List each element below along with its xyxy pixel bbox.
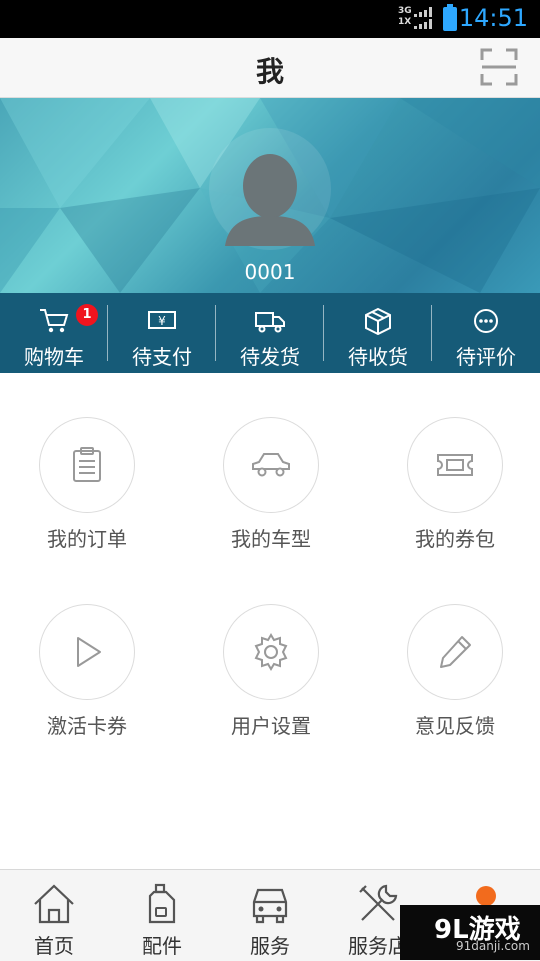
signal-3g-icon (414, 7, 432, 17)
cart-badge: 1 (76, 304, 98, 326)
page-title: 我 (255, 55, 284, 88)
watermark-logo: 9L游戏 91danji.com (400, 905, 540, 960)
play-icon (77, 637, 101, 667)
clock: 14:51 (458, 4, 528, 32)
tab-service-label: 服务 (250, 934, 290, 958)
menu-my-orders-label: 我的订单 (47, 527, 127, 551)
menu-user-settings-label: 用户设置 (231, 714, 311, 738)
network-indicator: 3G 1X (398, 6, 412, 28)
menu-my-car-label: 我的车型 (231, 527, 311, 551)
tab-home-label: 首页 (34, 934, 74, 958)
tab-home[interactable]: 首页 (0, 870, 108, 961)
scan-frame-icon[interactable] (480, 48, 518, 86)
menu-icon-circle (223, 417, 319, 513)
watermark-site: 91danji.com (456, 939, 530, 953)
menu-my-coupons-label: 我的券包 (415, 527, 495, 551)
svg-text:¥: ¥ (158, 314, 166, 328)
tools-icon (359, 884, 398, 921)
order-unreceived[interactable]: 待收货 (324, 293, 432, 373)
order-cart-label: 购物车 (24, 345, 84, 369)
menu-icon-circle (407, 604, 503, 700)
pencil-icon (440, 636, 471, 668)
battery-icon (443, 4, 457, 31)
order-unreceived-label: 待收货 (348, 345, 408, 369)
default-avatar-icon (225, 154, 315, 246)
car-front-icon (252, 888, 288, 924)
gear-icon (254, 633, 288, 671)
menu-icon-circle (39, 417, 135, 513)
chat-icon (474, 309, 498, 333)
clipboard-icon (73, 447, 101, 482)
home-icon (34, 884, 74, 924)
avatar[interactable] (209, 128, 331, 250)
title-bar: 我 (0, 38, 540, 98)
tab-service[interactable]: 服务 (216, 870, 324, 961)
ticket-icon (437, 454, 473, 476)
menu-icon-circle (407, 417, 503, 513)
oil-can-icon (148, 883, 176, 924)
box-icon (365, 307, 391, 335)
order-cart[interactable]: 1 购物车 (0, 293, 108, 373)
order-unreviewed-label: 待评价 (456, 345, 516, 369)
signal-1x-icon (414, 19, 432, 29)
menu-feedback-label: 意见反馈 (415, 714, 495, 738)
menu-icon-circle (39, 604, 135, 700)
order-unreviewed[interactable]: 待评价 (432, 293, 540, 373)
order-unpaid-label: 待支付 (132, 345, 192, 369)
menu-activate-card-label: 激活卡券 (47, 714, 127, 738)
network-3g-label: 3G (398, 6, 412, 16)
order-status-bar: 1 购物车 ¥ 待支付 待发货 待收货 待评价 (0, 293, 540, 373)
truck-icon (255, 312, 285, 333)
order-unshipped[interactable]: 待发货 (216, 293, 324, 373)
tab-parts[interactable]: 配件 (108, 870, 216, 961)
order-unpaid[interactable]: ¥ 待支付 (108, 293, 216, 373)
username: 0001 (244, 260, 296, 284)
cart-icon (40, 309, 69, 333)
status-bar: 3G 1X 14:51 (0, 0, 540, 38)
order-unshipped-label: 待发货 (240, 345, 300, 369)
network-1x-label: 1X (398, 17, 412, 27)
tab-parts-label: 配件 (142, 934, 182, 958)
yen-icon: ¥ (148, 311, 176, 329)
car-icon (252, 453, 290, 477)
menu-icon-circle (223, 604, 319, 700)
